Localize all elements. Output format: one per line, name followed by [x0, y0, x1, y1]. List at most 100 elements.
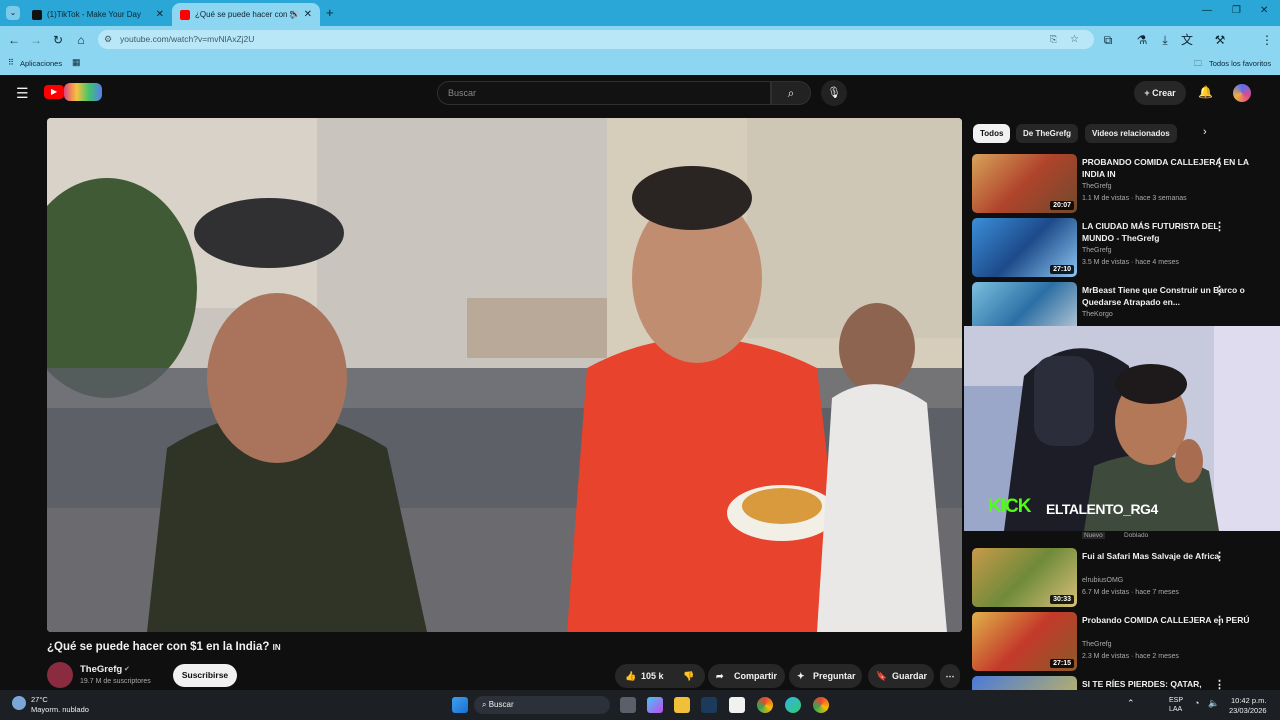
list-item[interactable]: MrBeast Tiene que Construir un Barco o Q…	[972, 282, 1272, 326]
recommendation-title[interactable]: Fui al Safari Mas Salvaje de Africa	[1082, 550, 1252, 562]
account-avatar[interactable]	[1233, 84, 1251, 102]
hamburger-menu-icon[interactable]: ☰	[16, 85, 29, 102]
recommendation-title[interactable]: LA CIUDAD MÁS FUTURISTA DEL MUNDO - TheG…	[1082, 220, 1252, 244]
channel-avatar[interactable]	[47, 662, 73, 688]
list-item[interactable]: 27:15 Probando COMIDA CALLEJERA en PERÚ …	[972, 612, 1272, 672]
new-tab-button[interactable]: +	[326, 5, 334, 20]
recommendation-title[interactable]: PROBANDO COMIDA CALLEJERA EN LA INDIA IN	[1082, 156, 1252, 180]
ask-button[interactable]: ✦ Preguntar	[789, 664, 862, 688]
chevron-up-icon[interactable]: ⌃	[1127, 698, 1135, 709]
recommendation-channel[interactable]: TheGrefg	[1082, 247, 1112, 254]
bookmark-star-icon[interactable]: ☆	[1070, 30, 1079, 49]
close-window-button[interactable]: ✕	[1260, 5, 1268, 16]
clock-time[interactable]: 10:42 p.m.	[1231, 696, 1266, 705]
copilot-icon[interactable]	[647, 697, 663, 713]
language-variant[interactable]: LAA	[1169, 706, 1182, 713]
download-icon[interactable]: ⤓	[1157, 32, 1173, 48]
recommendation-channel[interactable]: elrubiusOMG	[1082, 577, 1123, 584]
recommendation-title[interactable]: MrBeast Tiene que Construir un Barco o Q…	[1082, 284, 1252, 308]
address-bar[interactable]: ⚙ youtube.com/watch?v=mvNlAxZj2U ⎘ ☆	[98, 30, 1094, 49]
chip-related[interactable]: Videos relacionados	[1085, 124, 1177, 143]
list-item[interactable]: 30:33 Fui al Safari Mas Salvaje de Afric…	[972, 548, 1272, 608]
clock-date[interactable]: 23/03/2026	[1229, 706, 1267, 715]
bookmark-all-favorites[interactable]: Todos los favoritos	[1209, 59, 1271, 68]
share-button[interactable]: ➦ Compartir	[708, 664, 785, 688]
translate-icon[interactable]: 文	[1179, 32, 1195, 48]
recommendation-channel[interactable]: TheGrefg	[1082, 641, 1112, 648]
microphone-icon[interactable]: 🎙	[821, 80, 847, 106]
recommendation-channel[interactable]: TheGrefg	[1082, 183, 1112, 190]
file-explorer-icon[interactable]	[674, 697, 690, 713]
maximize-button[interactable]: ❐	[1232, 5, 1241, 16]
save-button[interactable]: 🔖 Guardar	[868, 664, 934, 688]
close-icon[interactable]: ✕	[156, 9, 164, 20]
list-item[interactable]: 27:10 LA CIUDAD MÁS FUTURISTA DEL MUNDO …	[972, 218, 1272, 278]
extensions-icon[interactable]: ⧉	[1100, 32, 1116, 48]
back-button[interactable]: ←	[6, 32, 22, 48]
chip-all[interactable]: Todos	[973, 124, 1011, 143]
weather-icon[interactable]	[12, 696, 26, 710]
notifications-bell-icon[interactable]: 🔔	[1198, 85, 1213, 99]
more-options-icon[interactable]: ⋮	[1214, 614, 1225, 627]
channel-name[interactable]: TheGrefg	[80, 664, 122, 675]
chrome-icon[interactable]	[757, 697, 773, 713]
language-code[interactable]: ESP	[1169, 697, 1183, 704]
subscribe-button[interactable]: Suscribirse	[173, 664, 237, 687]
weather-temp[interactable]: 27°C	[31, 695, 48, 704]
site-info-icon[interactable]: ⚙	[104, 30, 112, 49]
volume-icon[interactable]: 🔈	[1208, 698, 1219, 709]
speaker-icon[interactable]: 🔊	[290, 10, 300, 19]
youtube-logo[interactable]: ▶	[44, 85, 64, 99]
video-thumbnail[interactable]	[972, 282, 1077, 326]
tab-groups-icon[interactable]: ▦	[72, 57, 81, 68]
tab-menu-button[interactable]: ⌄	[6, 6, 20, 20]
video-thumbnail[interactable]: 20:07	[972, 154, 1077, 213]
edge-icon[interactable]	[785, 697, 801, 713]
apps-grid-icon[interactable]: ⠿	[8, 58, 14, 67]
capcut-icon[interactable]	[729, 697, 745, 713]
start-button[interactable]	[452, 697, 468, 713]
install-app-icon[interactable]: ⎘	[1050, 30, 1057, 49]
doodle-logo[interactable]	[64, 83, 102, 101]
weather-desc[interactable]: Mayorm. nublado	[31, 705, 89, 714]
like-button[interactable]: 👍 105 k 👎	[615, 664, 705, 688]
menu-icon[interactable]: ⋮	[1259, 32, 1275, 48]
search-input[interactable]: Buscar	[437, 81, 771, 105]
forward-button[interactable]: →	[28, 32, 44, 48]
list-item[interactable]: 20:07 PROBANDO COMIDA CALLEJERA EN LA IN…	[972, 154, 1272, 214]
tools-icon[interactable]: ⚒	[1212, 32, 1228, 48]
thumbs-down-icon[interactable]: 👎	[683, 664, 694, 688]
reload-button[interactable]: ↻	[50, 32, 66, 48]
tab-youtube[interactable]: ¿Qué se puede hacer con $ 🔊 ✕	[172, 3, 320, 26]
chevron-right-icon[interactable]: ›	[1203, 126, 1207, 138]
recommendation-title[interactable]: Probando COMIDA CALLEJERA en PERÚ	[1082, 614, 1252, 626]
more-options-icon[interactable]: ⋮	[1214, 550, 1225, 563]
video-thumbnail[interactable]: 27:15	[972, 612, 1077, 671]
recommendation-title[interactable]: SI TE RÍES PIERDES: QATAR,	[1082, 678, 1252, 690]
wifi-icon[interactable]: ◔	[1194, 698, 1199, 708]
recommendation-channel[interactable]: TheKorgo	[1082, 311, 1113, 318]
video-thumbnail[interactable]: 27:10	[972, 218, 1077, 277]
task-view-icon[interactable]	[620, 697, 636, 713]
close-icon[interactable]: ✕	[304, 9, 312, 20]
steam-icon[interactable]	[701, 697, 717, 713]
performance-icon[interactable]: ⚗	[1134, 32, 1150, 48]
more-options-icon[interactable]: ⋮	[1214, 284, 1225, 297]
taskbar-search[interactable]: ⌕ Buscar	[474, 696, 610, 714]
more-options-icon[interactable]: ⋮	[1214, 678, 1225, 690]
home-button[interactable]: ⌂	[73, 32, 89, 48]
tab-tiktok[interactable]: (1)TikTok - Make Your Day ✕	[24, 3, 172, 26]
more-actions-button[interactable]: ⋯	[940, 664, 960, 688]
video-thumbnail[interactable]: 30:33	[972, 548, 1077, 607]
list-item[interactable]: SI TE RÍES PIERDES: QATAR, ⋮	[972, 676, 1272, 690]
search-icon[interactable]: ⌕	[771, 81, 811, 105]
chip-from-channel[interactable]: De TheGrefg	[1016, 124, 1079, 143]
more-options-icon[interactable]: ⋮	[1214, 156, 1225, 169]
create-button[interactable]: + Crear	[1134, 81, 1186, 105]
chrome-profile-icon[interactable]	[813, 697, 829, 713]
more-options-icon[interactable]: ⋮	[1214, 220, 1225, 233]
bookmark-apps[interactable]: Aplicaciones	[20, 59, 62, 68]
video-player[interactable]	[47, 118, 962, 632]
minimize-button[interactable]: —	[1202, 5, 1212, 16]
video-thumbnail[interactable]	[972, 676, 1077, 690]
